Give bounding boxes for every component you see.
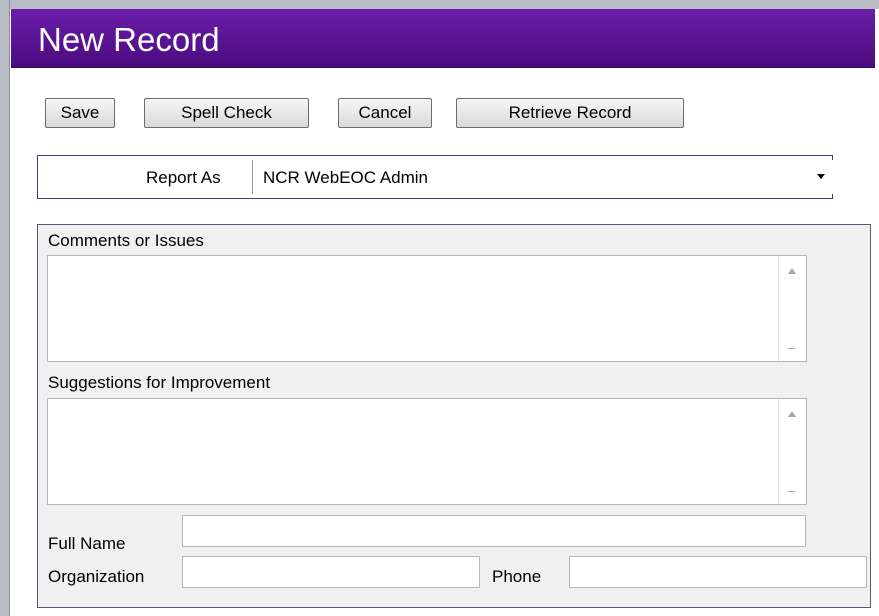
organization-label: Organization xyxy=(48,567,145,586)
suggestions-textarea[interactable] xyxy=(47,398,807,505)
organization-input[interactable] xyxy=(182,556,480,588)
scroll-up-icon[interactable] xyxy=(788,268,796,274)
phone-label: Phone xyxy=(492,567,542,586)
scroll-up-icon[interactable] xyxy=(788,411,796,417)
scroll-down-icon[interactable] xyxy=(788,491,795,492)
comments-textarea[interactable] xyxy=(47,255,807,362)
full-name-input[interactable] xyxy=(182,515,806,547)
comments-label: Comments or Issues xyxy=(48,231,204,250)
title-bar: New Record xyxy=(11,9,875,68)
chevron-down-icon[interactable] xyxy=(817,174,825,179)
window-left-border xyxy=(0,0,10,616)
scroll-down-icon[interactable] xyxy=(788,348,795,349)
save-button[interactable]: Save xyxy=(45,98,115,128)
suggestions-label: Suggestions for Improvement xyxy=(48,373,271,392)
report-as-selected-value: NCR WebEOC Admin xyxy=(263,168,429,187)
report-as-row: Report As NCR WebEOC Admin xyxy=(37,155,833,199)
suggestions-scrollbar[interactable] xyxy=(778,399,806,504)
retrieve-record-button[interactable]: Retrieve Record xyxy=(456,98,684,128)
full-name-label: Full Name xyxy=(48,534,126,553)
window-top-border xyxy=(0,0,879,9)
page-title: New Record xyxy=(38,21,220,58)
phone-input[interactable] xyxy=(569,556,867,588)
report-as-select[interactable]: NCR WebEOC Admin xyxy=(252,160,833,194)
spell-check-button[interactable]: Spell Check xyxy=(144,98,309,128)
feedback-form-panel: Comments or Issues Suggestions for Impro… xyxy=(37,224,871,608)
cancel-button[interactable]: Cancel xyxy=(338,98,432,128)
comments-scrollbar[interactable] xyxy=(778,256,806,361)
report-as-label: Report As xyxy=(146,168,221,187)
